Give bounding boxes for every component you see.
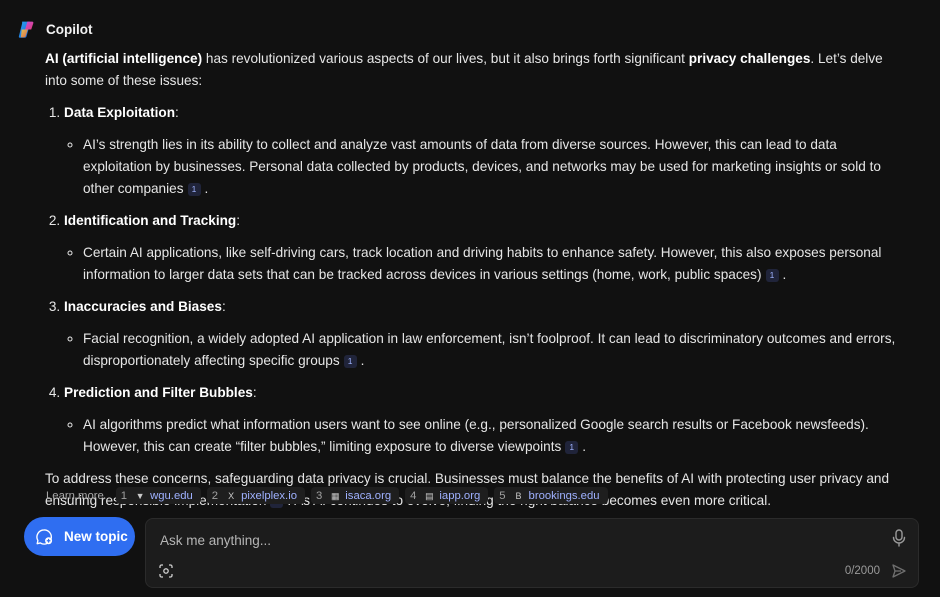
point-detail-text: Facial recognition, a widely adopted AI …	[83, 331, 896, 368]
chat-composer: 0/2000	[145, 518, 919, 588]
point-title: Identification and Tracking	[64, 213, 237, 228]
intro-text: has revolutionized various aspects of ou…	[202, 51, 689, 66]
point-title: Inaccuracies and Biases	[64, 299, 222, 314]
citation-link[interactable]: 1	[565, 441, 579, 454]
source-link-isaca[interactable]: 3 ▦ isaca.org	[310, 487, 400, 504]
iapp-favicon-icon: ▤	[425, 490, 434, 501]
citation-link[interactable]: 1	[187, 183, 201, 196]
isaca-favicon-icon: ▦	[331, 490, 340, 501]
point-detail: Facial recognition, a widely adopted AI …	[83, 328, 905, 372]
chat-input[interactable]	[158, 528, 862, 552]
character-count: 0/2000	[844, 565, 880, 577]
app-name: Copilot	[46, 22, 93, 37]
visual-search-icon[interactable]	[159, 564, 173, 578]
source-domain: isaca.org	[345, 489, 392, 502]
intro-bold-term: AI (artificial intelligence)	[45, 51, 203, 66]
point-detail: AI algorithms predict what information u…	[83, 414, 905, 458]
source-domain: pixelplex.io	[241, 489, 297, 502]
point-detail: AI’s strength lies in its ability to col…	[83, 134, 905, 200]
list-item: Prediction and Filter Bubbles: AI algori…	[64, 382, 905, 458]
source-number: 3	[315, 489, 323, 502]
point-detail: Certain AI applications, like self-drivi…	[83, 242, 905, 286]
source-link-iapp[interactable]: 4 ▤ iapp.org	[405, 487, 489, 504]
citation-link[interactable]: 1	[343, 355, 357, 368]
issues-list: Data Exploitation: AI’s strength lies in…	[45, 102, 905, 458]
source-link-wgu[interactable]: 1 ▼ wgu.edu	[115, 487, 201, 504]
source-number: 2	[211, 489, 219, 502]
new-topic-button[interactable]: New topic	[24, 517, 135, 556]
point-title: Prediction and Filter Bubbles	[64, 385, 253, 400]
source-number: 1	[120, 489, 128, 502]
point-detail-text: AI algorithms predict what information u…	[83, 417, 869, 454]
brookings-favicon-icon: B	[515, 490, 522, 501]
source-domain: wgu.edu	[150, 489, 193, 502]
citation-link[interactable]: 1	[765, 269, 779, 282]
point-title: Data Exploitation	[64, 105, 176, 120]
source-link-pixelplex[interactable]: 2 Xpixelplex.io	[206, 487, 305, 504]
pixelplex-favicon-icon: X	[228, 490, 235, 501]
new-chat-icon	[36, 528, 53, 545]
learn-more-label: Learn more	[46, 489, 104, 502]
source-domain: brookings.edu	[528, 489, 600, 502]
point-detail-text: Certain AI applications, like self-drivi…	[83, 245, 882, 282]
new-topic-label: New topic	[64, 529, 128, 544]
intro-paragraph: AI (artificial intelligence) has revolut…	[45, 48, 905, 92]
list-item: Inaccuracies and Biases: Facial recognit…	[64, 296, 905, 372]
point-detail-text: AI’s strength lies in its ability to col…	[83, 137, 881, 196]
source-link-brookings[interactable]: 5 Bbrookings.edu	[494, 487, 608, 504]
source-number: 5	[499, 489, 506, 502]
source-number: 4	[410, 489, 417, 502]
send-icon[interactable]	[891, 563, 907, 579]
assistant-message: AI (artificial intelligence) has revolut…	[45, 48, 905, 512]
list-item: Identification and Tracking: Certain AI …	[64, 210, 905, 286]
copilot-logo-icon	[18, 21, 34, 38]
source-domain: iapp.org	[439, 489, 481, 502]
microphone-icon[interactable]	[891, 529, 907, 547]
learn-more-bar: Learn more 1 ▼ wgu.edu 2 Xpixelplex.io 3 ▦ is…	[46, 487, 608, 504]
chat-header: Copilot	[16, 19, 93, 40]
wgu-favicon-icon: ▼	[135, 490, 145, 501]
list-item: Data Exploitation: AI’s strength lies in…	[64, 102, 905, 200]
intro-bold-challenges: privacy challenges	[688, 51, 811, 66]
